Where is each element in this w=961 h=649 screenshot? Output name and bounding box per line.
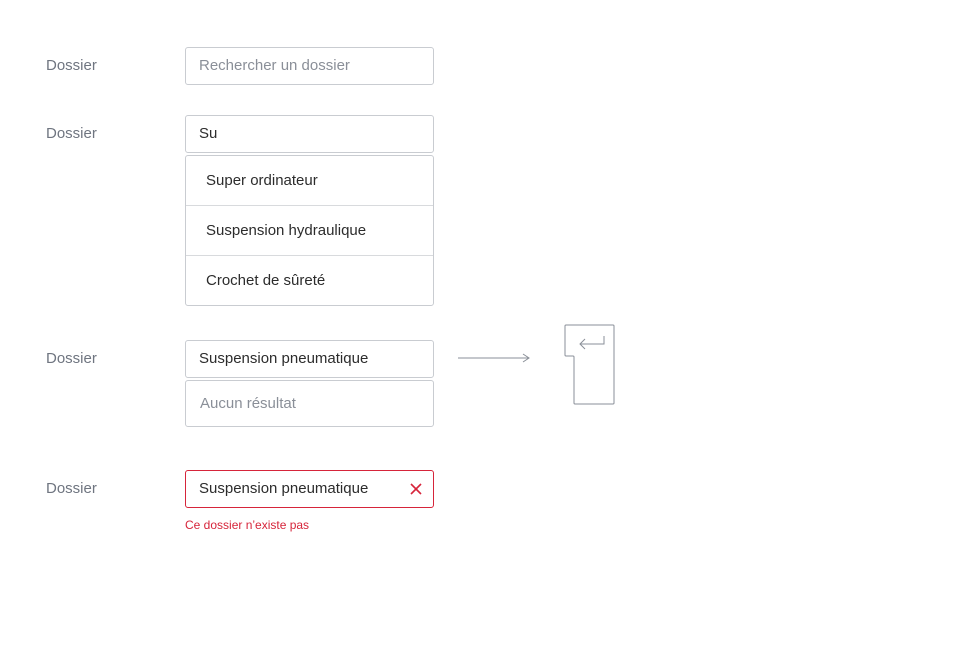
dossier-search-input-typing[interactable]: Su — [185, 115, 434, 153]
arrow-right-icon — [458, 353, 530, 363]
suggestion-option[interactable]: Suspension hydraulique — [186, 206, 433, 256]
dossier-label-2: Dossier — [46, 125, 97, 142]
error-message: Ce dossier n’existe pas — [185, 518, 310, 532]
no-result-text: Aucun résultat — [200, 395, 296, 412]
dossier-label-1: Dossier — [46, 57, 97, 74]
dossier-label-3: Dossier — [46, 350, 97, 367]
close-icon[interactable] — [408, 481, 424, 497]
suggestion-option[interactable]: Super ordinateur — [186, 156, 433, 206]
dossier-search-input-no-result[interactable]: Suspension pneumatique — [185, 340, 434, 378]
dossier-label-4: Dossier — [46, 480, 97, 497]
no-result-dropdown: Aucun résultat — [185, 380, 434, 427]
suggestion-option[interactable]: Crochet de sûreté — [186, 256, 433, 305]
suggestions-dropdown: Super ordinateur Suspension hydraulique … — [185, 155, 434, 306]
dossier-search-input-empty[interactable]: Rechercher un dossier — [185, 47, 434, 85]
enter-key-icon — [564, 324, 615, 405]
dossier-search-input-error[interactable]: Suspension pneumatique — [185, 470, 434, 508]
